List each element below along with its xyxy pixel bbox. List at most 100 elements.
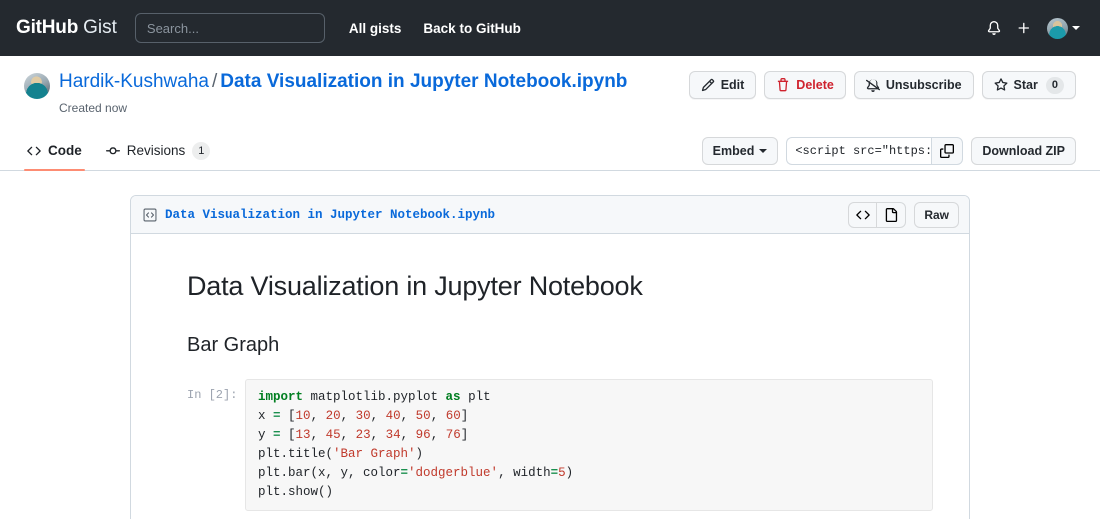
page-title: Hardik-Kushwaha / Data Visualization in Ju…: [59, 70, 627, 95]
code-file-icon: [143, 208, 157, 221]
copy-icon: [940, 144, 955, 158]
brand-github-text: GitHub: [16, 17, 79, 38]
gist-tabs-row: Code Revisions 1 Embed <script src="http…: [0, 131, 1100, 171]
tab-revisions[interactable]: Revisions 1: [103, 131, 214, 170]
code-token: 45: [325, 427, 341, 442]
edit-button-label: Edit: [720, 78, 745, 92]
code-token: 'dodgerblue': [408, 465, 499, 480]
gist-filename-link[interactable]: Data Visualization in Jupyter Notebook.i…: [220, 71, 627, 92]
file-card-header: Data Visualization in Jupyter Notebook.i…: [131, 196, 969, 234]
code-token: ): [415, 446, 424, 461]
embed-dropdown-label: Embed: [712, 144, 755, 158]
code-token: ,: [430, 427, 446, 442]
code-token: ,: [340, 427, 356, 442]
tab-code[interactable]: Code: [24, 131, 85, 171]
code-token: plt.bar(x, y, color: [258, 465, 401, 480]
edit-button[interactable]: Edit: [688, 71, 757, 99]
code-token: , width: [498, 465, 551, 480]
git-commit-icon: [105, 146, 120, 154]
copy-embed-button[interactable]: [931, 137, 964, 165]
star-icon: [994, 78, 1008, 91]
plus-icon[interactable]: [1017, 21, 1031, 35]
code-icon: [27, 146, 41, 155]
code-token: =: [273, 408, 281, 423]
star-button-label: Star: [1013, 78, 1038, 92]
embed-url-input[interactable]: <script src="https://: [786, 137, 932, 165]
code-token: [: [280, 408, 296, 423]
cell-prompt-label: In [2]:: [187, 387, 238, 402]
code-token: ,: [430, 408, 446, 423]
download-zip-button[interactable]: Download ZIP: [971, 137, 1076, 165]
gist-title-block: Hardik-Kushwaha / Data Visualization in Ju…: [59, 70, 627, 95]
search-input[interactable]: [134, 13, 325, 43]
gist-logo[interactable]: GitHub Gist: [16, 17, 117, 39]
notebook-heading-2: Bar Graph: [187, 333, 280, 356]
gist-header: Hardik-Kushwaha / Data Visualization in Ju…: [0, 56, 1100, 115]
gist-owner-link[interactable]: Hardik-Kushwaha: [59, 71, 209, 92]
code-token: as: [445, 389, 461, 404]
code-token: import: [258, 389, 304, 404]
code-token: 23: [355, 427, 371, 442]
file-card-actions: Raw: [848, 201, 959, 228]
code-token: plt: [460, 389, 491, 404]
revisions-count: 1: [192, 141, 211, 160]
code-token: ,: [310, 408, 326, 423]
code-token: 5: [558, 465, 566, 480]
code-token: 'Bar Graph': [333, 446, 416, 461]
chevron-down-icon: [759, 149, 768, 153]
code-token: 30: [355, 408, 371, 423]
file-icon: [886, 207, 898, 222]
code-token: ,: [370, 408, 386, 423]
header-right-actions: [987, 17, 1084, 39]
pencil-icon: [701, 78, 714, 92]
code-token: =: [273, 427, 281, 442]
owner-avatar[interactable]: [24, 73, 50, 99]
code-token: 10: [295, 408, 311, 423]
code-token: =: [550, 465, 559, 480]
account-menu[interactable]: [1047, 17, 1080, 39]
file-name-label[interactable]: Data Visualization in Jupyter Notebook.i…: [165, 208, 495, 222]
code-token: 50: [415, 408, 431, 423]
code-token: ,: [400, 427, 416, 442]
gist-title-row: Hardik-Kushwaha / Data Visualization in Ju…: [24, 70, 1076, 99]
notebook-code-cell: In [2]: import matplotlib.pyplot as plt …: [187, 378, 933, 511]
notebook-heading-1: Data Visualization in Jupyter Notebook: [187, 271, 643, 301]
code-token: 20: [325, 408, 341, 423]
gist-tabs: Code Revisions 1: [24, 131, 214, 171]
star-button[interactable]: Star 0: [981, 71, 1076, 99]
user-avatar: [1047, 17, 1068, 39]
delete-button-label: Delete: [796, 78, 834, 92]
nav-link-all-gists[interactable]: All gists: [349, 21, 402, 36]
bell-icon[interactable]: [987, 21, 1001, 35]
brand-gist-text: Gist: [83, 17, 117, 38]
view-source-button[interactable]: [848, 201, 878, 228]
embed-dropdown-button[interactable]: Embed: [701, 137, 779, 165]
code-source[interactable]: import matplotlib.pyplot as plt x = [10,…: [245, 378, 933, 511]
unsubscribe-button-label: Unsubscribe: [885, 78, 962, 92]
embed-url-field-group: <script src="https://: [786, 137, 964, 165]
code-token: =: [400, 465, 409, 480]
code-token: ,: [340, 408, 356, 423]
nav-link-back-to-github[interactable]: Back to GitHub: [423, 21, 521, 36]
code-token: y: [258, 427, 274, 442]
delete-button[interactable]: Delete: [764, 71, 846, 99]
gist-content: Data Visualization in Jupyter Notebook.i…: [0, 171, 1100, 519]
code-token: 13: [295, 427, 311, 442]
tab-revisions-label: Revisions: [126, 143, 186, 158]
code-token: ,: [310, 427, 326, 442]
notebook-file-card: Data Visualization in Jupyter Notebook.i…: [130, 195, 970, 519]
view-rendered-button[interactable]: [877, 201, 907, 228]
code-token: 96: [415, 427, 431, 442]
title-separator: /: [211, 71, 218, 92]
code-token: ,: [400, 408, 416, 423]
gist-created-timestamp: Created now: [59, 101, 128, 115]
code-token: ,: [370, 427, 386, 442]
unsubscribe-button[interactable]: Unsubscribe: [853, 71, 974, 99]
code-token: [: [280, 427, 296, 442]
notebook-rendered-body: Data Visualization in Jupyter Notebook B…: [131, 234, 969, 519]
star-count: 0: [1045, 76, 1064, 94]
raw-button[interactable]: Raw: [914, 201, 959, 228]
bell-slash-icon: [865, 79, 880, 92]
code-token: 34: [385, 427, 401, 442]
tab-code-label: Code: [48, 143, 82, 158]
